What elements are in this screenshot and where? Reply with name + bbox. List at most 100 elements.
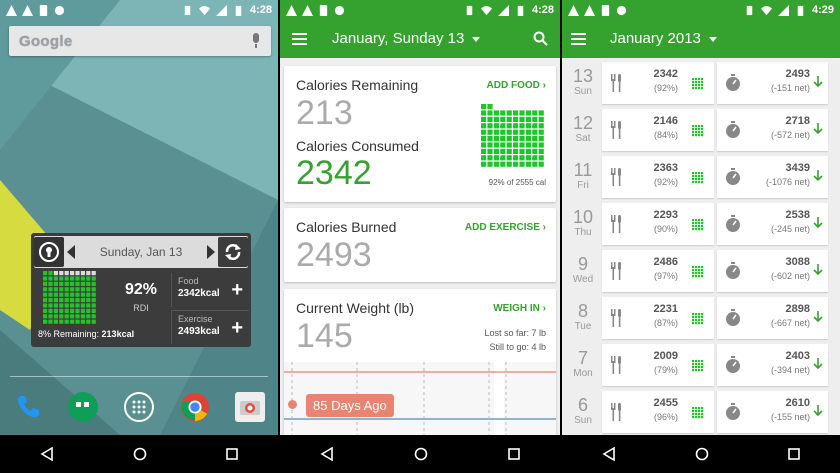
day-name: Thu bbox=[574, 227, 592, 238]
chevron-right-icon bbox=[207, 245, 215, 259]
add-exercise-link[interactable]: ADD EXERCISE › bbox=[465, 222, 546, 233]
day-row[interactable]: 11 Fri 2363 (92%) 3439 (-1076 net) bbox=[562, 156, 840, 203]
android-icon bbox=[334, 5, 345, 15]
google-search-bar[interactable]: Google bbox=[9, 26, 271, 56]
status-bar: 4:29 bbox=[562, 0, 840, 20]
exercise-cell[interactable]: 3088 (-602 net) bbox=[717, 250, 828, 292]
food-cell[interactable]: 2146 (84%) bbox=[602, 109, 714, 151]
food-cell[interactable]: 2231 (87%) bbox=[602, 297, 714, 339]
exercise-cell[interactable]: 2403 (-394 net) bbox=[717, 344, 828, 386]
android-icon bbox=[54, 5, 65, 15]
prev-day-button[interactable] bbox=[64, 245, 78, 259]
home-icon[interactable] bbox=[414, 447, 428, 461]
clock: 4:28 bbox=[531, 4, 554, 16]
add-food-plus-icon[interactable]: + bbox=[231, 280, 243, 300]
food-calories: 2363 bbox=[653, 162, 678, 174]
widget-food-section[interactable]: Food 2342kcal + bbox=[171, 273, 249, 307]
search-icon[interactable] bbox=[533, 31, 548, 46]
menu-icon[interactable] bbox=[292, 33, 307, 48]
weight-point bbox=[288, 400, 297, 409]
day-number: 8 bbox=[577, 301, 588, 321]
remaining-text: 8% Remaining: 213kcal bbox=[38, 329, 134, 339]
hangouts-icon[interactable] bbox=[68, 392, 99, 422]
nav-bar bbox=[562, 435, 840, 473]
diary-title-dropdown[interactable]: January, Sunday 13 bbox=[332, 30, 481, 47]
widget-exercise-section[interactable]: Exercise 2493kcal + bbox=[171, 310, 249, 344]
exercise-cell[interactable]: 2718 (-572 net) bbox=[717, 109, 828, 151]
fork-knife-icon bbox=[610, 262, 622, 285]
weight-value: 145 bbox=[296, 317, 353, 355]
warning-icon bbox=[302, 4, 313, 16]
vibrate-icon bbox=[184, 5, 191, 15]
exercise-cell[interactable]: 3439 (-1076 net) bbox=[717, 156, 828, 198]
food-calories: 2231 bbox=[653, 303, 678, 315]
home-icon[interactable] bbox=[133, 447, 147, 461]
day-number: 10 bbox=[572, 207, 594, 227]
next-day-button[interactable] bbox=[204, 245, 218, 259]
day-row[interactable]: 9 Wed 2486 (97%) 3088 (-602 net) bbox=[562, 250, 840, 297]
exercise-cell[interactable]: 2898 (-667 net) bbox=[717, 297, 828, 339]
still-to-go: Still to go: 4 lb bbox=[489, 342, 546, 352]
back-icon[interactable] bbox=[320, 447, 334, 461]
chrome-icon[interactable] bbox=[180, 392, 210, 422]
exercise-calories: 2610 bbox=[785, 397, 810, 409]
camera-icon[interactable] bbox=[235, 392, 266, 422]
food-cell[interactable]: 2009 (79%) bbox=[602, 344, 714, 386]
food-percent: (79%) bbox=[653, 365, 678, 375]
rdi-percent: 92% bbox=[124, 281, 158, 298]
recents-icon[interactable] bbox=[226, 448, 239, 460]
recents-icon[interactable] bbox=[508, 448, 520, 460]
food-cell[interactable]: 2363 (92%) bbox=[602, 156, 714, 198]
food-percent: (92%) bbox=[653, 83, 678, 93]
net-calories: (-602 net) bbox=[770, 271, 810, 281]
calories-remaining-label: Calories Remaining bbox=[296, 77, 419, 93]
exercise-cell[interactable]: 2538 (-245 net) bbox=[717, 203, 828, 245]
stopwatch-icon bbox=[725, 356, 741, 379]
recents-icon[interactable] bbox=[788, 448, 801, 460]
day-row[interactable]: 10 Thu 2293 (90%) 2538 (-245 net) bbox=[562, 203, 840, 250]
phone-icon[interactable] bbox=[13, 392, 43, 422]
lock-button[interactable] bbox=[34, 237, 64, 267]
nav-bar bbox=[280, 435, 560, 473]
signal-icon bbox=[777, 4, 789, 16]
food-cell[interactable]: 2486 (97%) bbox=[602, 250, 714, 292]
home-icon[interactable] bbox=[695, 447, 709, 461]
food-percent: (84%) bbox=[653, 130, 678, 140]
weigh-in-link[interactable]: WEIGH IN › bbox=[493, 303, 546, 314]
exercise-cell[interactable]: 2610 (-155 net) bbox=[717, 391, 828, 433]
diary-title: January, Sunday 13 bbox=[332, 30, 465, 47]
fork-knife-icon bbox=[610, 74, 622, 97]
calories-consumed-value: 2342 bbox=[296, 154, 372, 192]
month-title-dropdown[interactable]: January 2013 bbox=[610, 30, 717, 47]
calorie-widget[interactable]: Sunday, Jan 13 92% RDI 8% Remaining: 213… bbox=[31, 233, 251, 347]
food-cell[interactable]: 2455 (96%) bbox=[602, 391, 714, 433]
day-row[interactable]: 12 Sat 2146 (84%) 2718 (-572 net) bbox=[562, 109, 840, 156]
rdi-grid bbox=[43, 271, 96, 324]
food-percent: (96%) bbox=[653, 412, 678, 422]
add-food-link[interactable]: ADD FOOD › bbox=[487, 80, 546, 91]
clock: 4:28 bbox=[249, 4, 272, 16]
day-row[interactable]: 8 Tue 2231 (87%) 2898 (-667 net) bbox=[562, 297, 840, 344]
food-cell[interactable]: 2342 (92%) bbox=[602, 62, 714, 104]
mic-icon[interactable] bbox=[251, 33, 261, 49]
fork-knife-icon bbox=[610, 121, 622, 144]
remaining-value: 213kcal bbox=[101, 329, 135, 339]
apps-icon[interactable] bbox=[123, 392, 154, 422]
day-row[interactable]: 7 Mon 2009 (79%) 2403 (-394 net) bbox=[562, 344, 840, 391]
add-exercise-plus-icon[interactable]: + bbox=[231, 318, 243, 338]
refresh-button[interactable] bbox=[218, 237, 248, 267]
stopwatch-icon bbox=[725, 168, 741, 191]
day-row[interactable]: 13 Sun 2342 (92%) 2493 (-151 net) bbox=[562, 62, 840, 109]
mini-grid-icon bbox=[692, 218, 704, 231]
back-icon[interactable] bbox=[40, 447, 54, 461]
back-icon[interactable] bbox=[602, 447, 616, 461]
menu-icon[interactable] bbox=[571, 33, 586, 48]
keyhole-icon bbox=[39, 242, 59, 262]
dock-divider bbox=[10, 376, 268, 377]
wallpaper bbox=[0, 0, 278, 435]
burned-card: Calories Burned 2493 ADD EXERCISE › bbox=[284, 208, 556, 282]
food-cell[interactable]: 2293 (90%) bbox=[602, 203, 714, 245]
exercise-cell[interactable]: 2493 (-151 net) bbox=[717, 62, 828, 104]
day-row[interactable]: 6 Sun 2455 (96%) 2610 (-155 net) bbox=[562, 391, 840, 438]
calories-card: Calories Remaining 213 ADD FOOD › Calori… bbox=[284, 66, 556, 202]
